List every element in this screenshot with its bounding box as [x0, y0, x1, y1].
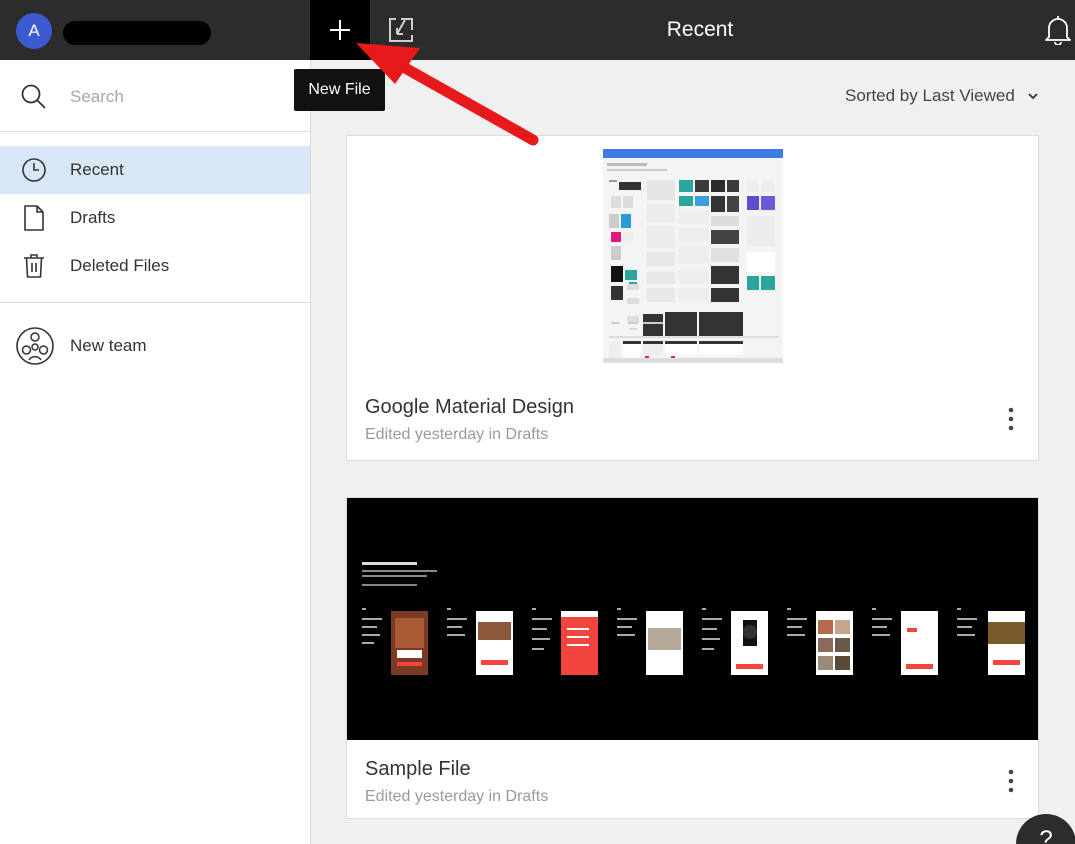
search-bar [0, 60, 310, 132]
file-card[interactable]: Sample File Edited yesterday in Drafts [346, 497, 1039, 819]
more-options-icon[interactable] [999, 766, 1023, 796]
chevron-down-icon [1028, 93, 1038, 100]
trash-icon [20, 252, 48, 280]
page-title: Recent [666, 18, 734, 41]
new-file-button[interactable] [310, 0, 370, 60]
user-avatar[interactable]: A [16, 13, 52, 49]
new-team-button[interactable]: New team [0, 322, 310, 370]
new-team-label: New team [70, 336, 147, 355]
clock-icon [20, 156, 48, 184]
more-options-icon[interactable] [999, 404, 1023, 434]
file-meta: Edited yesterday in Drafts [365, 788, 549, 805]
sidebar-divider [0, 302, 310, 303]
sidebar-item-label: Drafts [70, 208, 116, 227]
file-thumbnail[interactable] [347, 498, 1038, 740]
file-card[interactable]: Google Material Design Edited yesterday … [346, 135, 1039, 461]
import-icon [389, 18, 413, 42]
bell-icon [1045, 16, 1071, 45]
search-input[interactable] [70, 82, 280, 112]
team-icon [16, 327, 54, 365]
new-file-tooltip: New File [294, 69, 385, 111]
plus-icon [330, 20, 350, 40]
sidebar-item-recent[interactable]: Recent [0, 146, 310, 194]
sidebar-item-deleted-files[interactable]: Deleted Files [0, 242, 310, 290]
notifications-button[interactable] [1042, 14, 1074, 46]
sort-dropdown[interactable]: Sorted by Last Viewed [845, 84, 1039, 108]
sort-label: Sorted by Last Viewed [845, 86, 1015, 105]
top-bar: A Recent [0, 0, 1075, 60]
file-meta: Edited yesterday in Drafts [365, 426, 549, 443]
file-title[interactable]: Sample File [365, 758, 471, 781]
file-title[interactable]: Google Material Design [365, 396, 574, 419]
import-button[interactable] [386, 15, 416, 45]
redacted-user-name[interactable] [63, 21, 211, 45]
sidebar-item-drafts[interactable]: Drafts [0, 194, 310, 242]
sidebar: Recent Drafts Deleted Files [0, 60, 311, 844]
file-icon [20, 204, 48, 232]
file-thumbnail[interactable] [347, 136, 1038, 376]
sidebar-item-label: Deleted Files [70, 256, 170, 275]
sidebar-item-label: Recent [70, 160, 124, 179]
search-icon [21, 84, 46, 109]
